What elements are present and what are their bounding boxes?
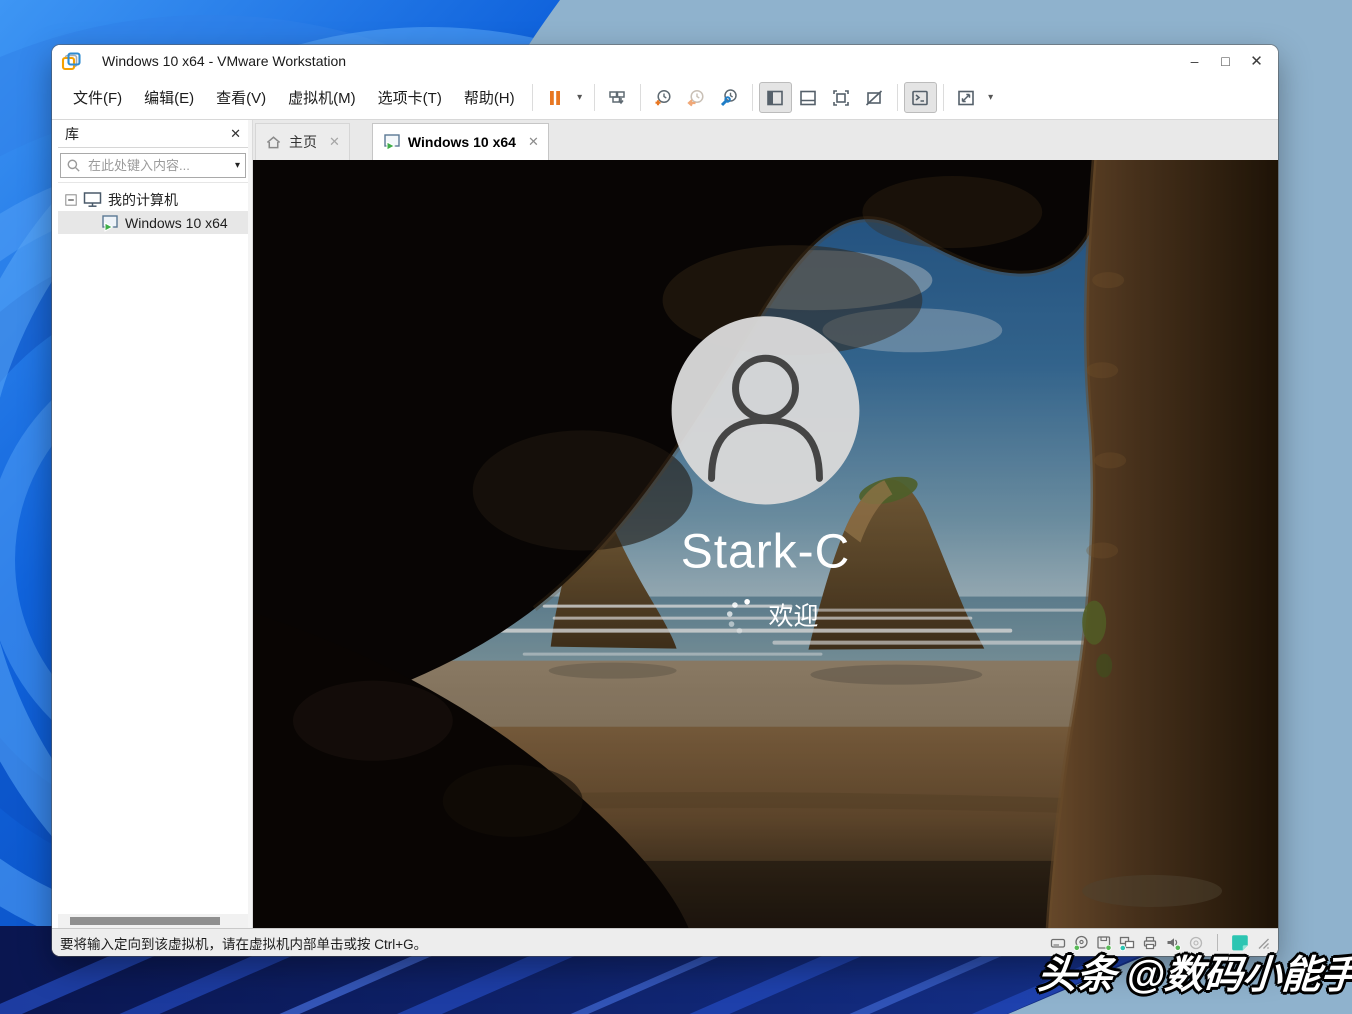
revert-snapshot-icon [686, 88, 706, 108]
enlarge-screen-button[interactable] [950, 82, 983, 113]
tree-item-label: 我的计算机 [108, 190, 178, 210]
manage-snapshots-icon [719, 88, 739, 108]
desktop: Windows 10 x64 - VMware Workstation – □ … [0, 0, 1352, 1014]
enlarge-menu-button[interactable]: ▾ [983, 83, 999, 112]
fit-guest-icon [831, 88, 851, 108]
menu-view[interactable]: 查看(V) [205, 76, 277, 119]
tree-item-label: Windows 10 x64 [125, 215, 228, 231]
vm-icon [100, 214, 119, 232]
main-area: 库 ✕ ▾ [52, 120, 1278, 928]
toolbar-separator [640, 84, 641, 111]
vm-console-screen[interactable]: Stark-C 欢迎 [253, 160, 1278, 928]
stretch-screen-icon [956, 88, 976, 108]
tab-close-icon[interactable]: ✕ [329, 134, 340, 150]
tab-label: 主页 [289, 132, 317, 152]
status-message: 要将输入定向到该虚拟机，请在虚拟机内部单击或按 Ctrl+G。 [60, 933, 427, 953]
library-header: 库 ✕ [58, 120, 248, 148]
maximize-button[interactable]: □ [1210, 47, 1241, 75]
vmware-workstation-window: Windows 10 x64 - VMware Workstation – □ … [52, 45, 1278, 956]
search-icon [66, 158, 81, 173]
tab-home[interactable]: 主页 ✕ [255, 123, 350, 160]
minimize-button[interactable]: – [1179, 47, 1210, 75]
title-bar[interactable]: Windows 10 x64 - VMware Workstation – □ … [52, 45, 1278, 76]
menu-tabs[interactable]: 选项卡(T) [367, 76, 453, 119]
scrollbar-thumb[interactable] [70, 917, 220, 925]
take-snapshot-button[interactable] [647, 82, 680, 113]
tab-label: Windows 10 x64 [408, 134, 516, 150]
console-icon [910, 88, 930, 108]
search-dropdown-caret-icon[interactable]: ▾ [235, 160, 240, 171]
suspend-menu-button[interactable]: ▾ [572, 83, 588, 112]
collapse-expander-icon[interactable] [65, 194, 77, 206]
vm-icon [382, 133, 401, 151]
library-sidebar: 库 ✕ ▾ [58, 120, 248, 928]
suspend-button[interactable] [539, 82, 572, 113]
ctrl-alt-del-icon [607, 88, 627, 108]
menu-file[interactable]: 文件(F) [62, 76, 133, 119]
content-area: 主页 ✕ Windows 10 x64 ✕ [253, 120, 1278, 928]
vmware-logo-icon [61, 51, 81, 71]
manage-snapshots-button[interactable] [713, 82, 746, 113]
tab-strip: 主页 ✕ Windows 10 x64 ✕ [253, 120, 1278, 160]
close-button[interactable]: ✕ [1241, 47, 1272, 75]
toolbar-separator [752, 84, 753, 111]
welcome-text: 欢迎 [768, 603, 818, 631]
library-search-box[interactable]: ▾ [60, 153, 246, 178]
console-view-button[interactable] [904, 82, 937, 113]
library-close-button[interactable]: ✕ [230, 126, 241, 142]
tree-item-windows-10-x64[interactable]: Windows 10 x64 [58, 211, 248, 234]
toolbar-separator [897, 84, 898, 111]
home-icon [265, 134, 282, 150]
show-library-button[interactable] [759, 82, 792, 113]
library-tree: 我的计算机 Windows 10 x64 [58, 182, 248, 914]
thumbnail-bar-icon [798, 88, 818, 108]
send-ctrl-alt-del-button[interactable] [601, 82, 634, 113]
tab-windows-10-x64[interactable]: Windows 10 x64 ✕ [372, 123, 549, 160]
revert-snapshot-button[interactable] [680, 82, 713, 113]
unity-mode-button[interactable] [858, 82, 891, 113]
tree-item-my-computer[interactable]: 我的计算机 [58, 188, 248, 211]
toolbar-separator [943, 84, 944, 111]
menu-help[interactable]: 帮助(H) [453, 76, 526, 119]
computer-icon [83, 191, 102, 208]
windows10-login-screen: Stark-C 欢迎 [253, 160, 1278, 928]
search-input[interactable] [86, 157, 230, 174]
window-title: Windows 10 x64 - VMware Workstation [102, 53, 346, 69]
menu-vm[interactable]: 虚拟机(M) [277, 76, 367, 119]
user-avatar[interactable] [672, 316, 860, 504]
show-thumbnail-bar-button[interactable] [792, 82, 825, 113]
menu-edit[interactable]: 编辑(E) [133, 76, 205, 119]
watermark-text: 头条 @数码小能手 [1036, 944, 1352, 1000]
take-snapshot-icon [653, 88, 673, 108]
library-panel-icon [765, 88, 785, 108]
tab-close-icon[interactable]: ✕ [528, 134, 539, 150]
sidebar-horizontal-scrollbar[interactable] [58, 914, 248, 928]
pause-icon [545, 88, 565, 108]
toolbar-separator [532, 84, 533, 111]
unity-mode-icon [864, 88, 884, 108]
library-title: 库 [65, 124, 79, 144]
fit-guest-button[interactable] [825, 82, 858, 113]
toolbar-separator [594, 84, 595, 111]
logged-in-username: Stark-C [681, 525, 850, 578]
menu-toolbar-row: 文件(F) 编辑(E) 查看(V) 虚拟机(M) 选项卡(T) 帮助(H) ▾ [52, 76, 1278, 120]
